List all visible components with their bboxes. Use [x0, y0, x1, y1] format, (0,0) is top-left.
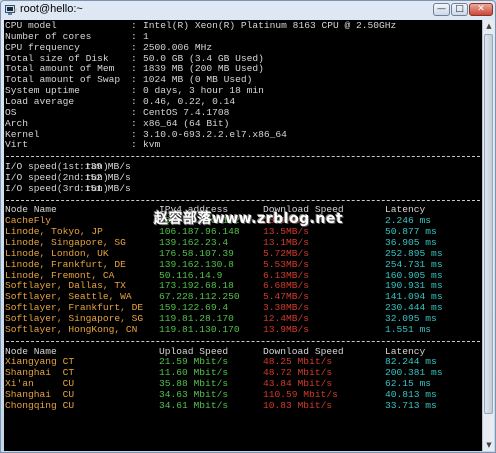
- china-speed-download-speed: 10.83 Mbit/s: [263, 399, 333, 411]
- minimize-icon[interactable]: —: [433, 3, 450, 16]
- title-bar[interactable]: root@hello:~ — □ ✕: [1, 1, 495, 19]
- sysinfo-label: OS: [5, 106, 17, 118]
- sysinfo-colon: :: [131, 41, 137, 53]
- china-speed-latency: 33.713 ms: [385, 399, 437, 411]
- terminal-window: root@hello:~ — □ ✕ CPU model: Intel(R) Xe…: [0, 0, 496, 453]
- window-title: root@hello:~: [20, 3, 83, 15]
- watermark-text: 赵容部落www.zrblog.net: [154, 211, 344, 227]
- sysinfo-value: 2500.006 MHz: [143, 41, 213, 53]
- separator-line: [6, 156, 480, 158]
- global-speed-col2-value: 139.162.130.8: [159, 258, 234, 270]
- vertical-scrollbar[interactable]: ▲ ▼: [482, 20, 494, 451]
- sysinfo-colon: :: [131, 139, 137, 151]
- global-speed-download-speed: 5.53MB/s: [263, 258, 310, 270]
- global-speed-node-name: Softlayer, HongKong, CN: [5, 323, 138, 335]
- sysinfo-colon: :: [131, 117, 137, 129]
- io-speed-value: :151 MB/s: [79, 182, 131, 194]
- scroll-thumb[interactable]: [484, 34, 493, 414]
- separator-line: [6, 340, 480, 342]
- sysinfo-value: kvm: [143, 139, 161, 151]
- global-speed-latency: 254.731 ms: [385, 258, 443, 270]
- sysinfo-value: x86_64 (64 Bit): [143, 117, 230, 129]
- china-speed-node-name: Chongqing CU: [5, 399, 75, 411]
- global-speed-col2-value: 119.81.130.170: [159, 323, 240, 335]
- putty-terminal-icon: [5, 5, 17, 15]
- global-speed-node-name: Linode, Frankfurt, DE: [5, 258, 126, 270]
- maximize-icon[interactable]: □: [451, 3, 468, 16]
- sysinfo-value: CentOS 7.4.1708: [143, 106, 230, 118]
- sysinfo-label: Virt: [5, 139, 29, 151]
- sysinfo-label: Arch: [5, 117, 29, 129]
- terminal-output[interactable]: CPU model: Intel(R) Xeon(R) Platinum 8163…: [4, 20, 482, 451]
- china-speed-col2-value: 34.61 Mbit/s: [159, 399, 229, 411]
- global-speed-download-speed: 13.9MB/s: [263, 323, 310, 335]
- close-icon[interactable]: ✕: [469, 3, 493, 16]
- sysinfo-label: CPU frequency: [5, 41, 80, 53]
- separator-line: [6, 199, 480, 201]
- sysinfo-colon: :: [131, 106, 137, 118]
- scroll-down-icon[interactable]: ▼: [484, 440, 494, 450]
- scroll-up-icon[interactable]: ▲: [484, 21, 494, 31]
- sysinfo-value: 3.10.0-693.2.2.el7.x86_64: [143, 128, 287, 140]
- global-speed-latency: 1.551 ms: [385, 323, 432, 335]
- sysinfo-value: Intel(R) Xeon(R) Platinum 8163 CPU @ 2.5…: [143, 20, 397, 31]
